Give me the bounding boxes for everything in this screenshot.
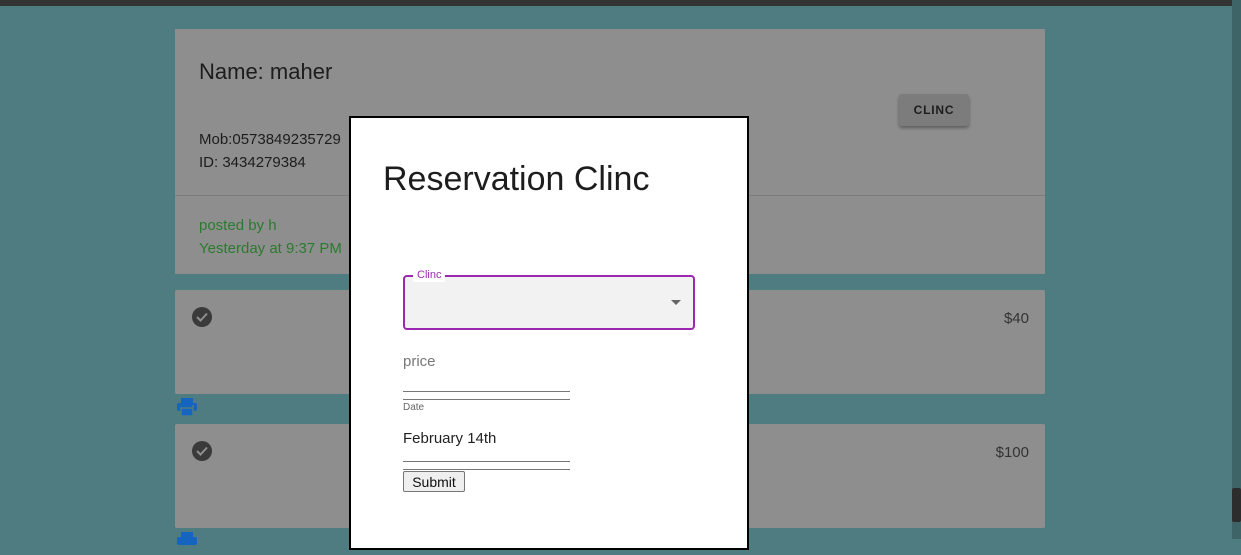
submit-button[interactable]: Submit xyxy=(403,471,465,492)
browser-top-bar xyxy=(0,0,1241,6)
posted-time: Yesterday at 9:37 PM xyxy=(199,240,342,257)
price-input-underline xyxy=(403,399,570,400)
print-icon[interactable] xyxy=(177,532,197,550)
clinc-select-label: Clinc xyxy=(413,269,446,282)
date-input-underline xyxy=(403,469,570,470)
dropdown-arrow-icon[interactable] xyxy=(671,300,681,305)
modal-title: Reservation Clinc xyxy=(383,160,650,198)
item-price: $40 xyxy=(1003,310,1029,327)
print-icon[interactable] xyxy=(177,398,197,417)
scrollbar-thumb[interactable] xyxy=(1232,488,1241,522)
profile-mobile: Mob:0573849235729 xyxy=(199,131,341,148)
date-input[interactable]: February 14th xyxy=(403,430,496,447)
price-input[interactable] xyxy=(403,391,570,392)
reservation-modal: Reservation Clinc Clinc price Date Febru… xyxy=(349,116,749,550)
clinc-select[interactable]: Clinc xyxy=(403,269,695,330)
posted-by: posted by h xyxy=(199,217,277,234)
check-circle-icon xyxy=(192,307,212,327)
profile-name: Name: maher xyxy=(199,59,333,84)
clinc-button[interactable]: CLINC xyxy=(899,94,969,126)
profile-id: ID: 3434279384 xyxy=(199,154,306,171)
date-field-label: Date xyxy=(403,402,425,413)
price-field-label: price xyxy=(403,353,436,370)
check-circle-icon xyxy=(192,441,212,461)
page-scrollbar[interactable] xyxy=(1232,0,1241,539)
date-input-underline xyxy=(403,461,570,462)
item-price: $100 xyxy=(995,444,1029,461)
